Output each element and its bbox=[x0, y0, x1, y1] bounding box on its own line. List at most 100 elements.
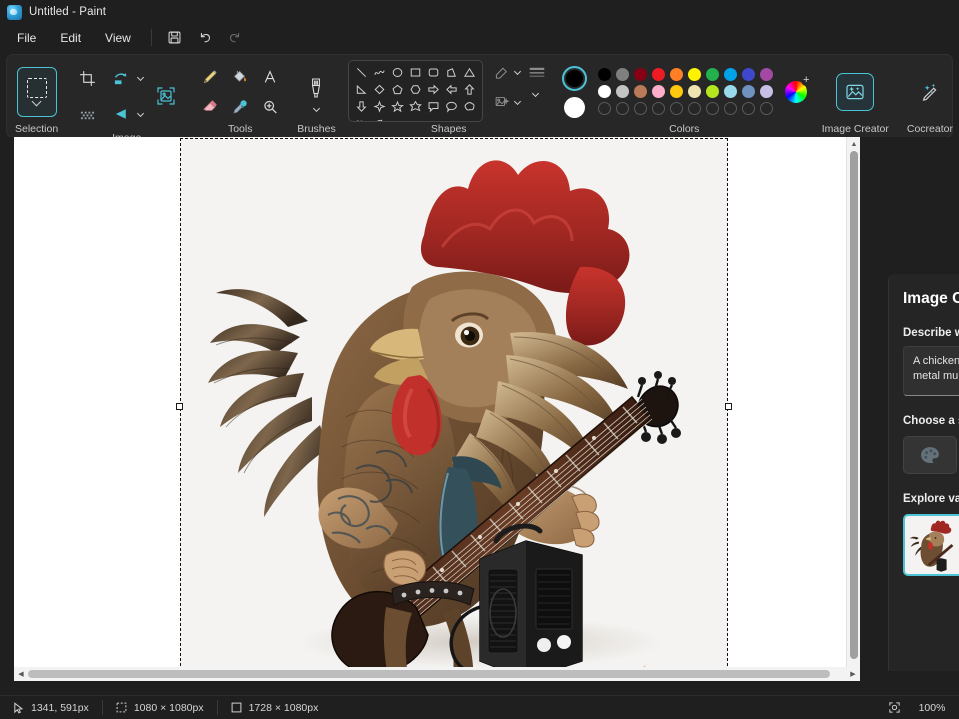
chevron-down-icon[interactable] bbox=[513, 67, 521, 75]
shape-oval[interactable] bbox=[389, 64, 406, 80]
cocreator-button[interactable] bbox=[911, 73, 949, 111]
vertical-scroll-thumb[interactable] bbox=[850, 151, 858, 659]
scroll-right-arrow[interactable]: ▶ bbox=[846, 667, 860, 681]
shape-six-point-star[interactable] bbox=[407, 98, 424, 114]
color-swatch-r1-c0[interactable] bbox=[596, 66, 614, 83]
shape-curve[interactable] bbox=[371, 64, 388, 80]
color-swatch-r3-c5[interactable] bbox=[686, 100, 704, 117]
zoom-level-value[interactable]: 100% bbox=[913, 702, 951, 714]
color-swatch-r2-c3[interactable] bbox=[650, 83, 668, 100]
shape-diamond[interactable] bbox=[371, 81, 388, 97]
redo-icon[interactable] bbox=[221, 26, 249, 50]
color-swatch-r3-c9[interactable] bbox=[758, 100, 776, 117]
outline-icon[interactable] bbox=[491, 60, 515, 84]
color-swatch-r1-c2[interactable] bbox=[632, 66, 650, 83]
chevron-down-icon[interactable] bbox=[531, 89, 539, 98]
primary-color-swatch[interactable] bbox=[561, 65, 587, 91]
color-wheel-icon[interactable] bbox=[784, 74, 812, 103]
chevron-down-icon[interactable] bbox=[31, 96, 42, 107]
eyedropper-icon[interactable] bbox=[225, 92, 255, 122]
scroll-up-arrow[interactable]: ▲ bbox=[847, 137, 860, 151]
rotate-icon[interactable] bbox=[104, 61, 138, 95]
color-swatch-r2-c4[interactable] bbox=[668, 83, 686, 100]
eraser-icon[interactable] bbox=[195, 92, 225, 122]
color-swatch-r3-c1[interactable] bbox=[614, 100, 632, 117]
color-swatch-r3-c4[interactable] bbox=[668, 100, 686, 117]
shape-rectangle[interactable] bbox=[407, 64, 424, 80]
color-swatch-r2-c9[interactable] bbox=[758, 83, 776, 100]
color-swatch-r2-c8[interactable] bbox=[740, 83, 758, 100]
shape-five-point-star[interactable] bbox=[389, 98, 406, 114]
prompt-input[interactable]: A chicken metal mu bbox=[903, 346, 959, 396]
menu-file[interactable]: File bbox=[6, 28, 47, 48]
fit-to-window-button[interactable] bbox=[880, 700, 909, 716]
color-swatch-r1-c7[interactable] bbox=[722, 66, 740, 83]
shape-speech-cloud[interactable] bbox=[461, 98, 478, 114]
menu-edit[interactable]: Edit bbox=[49, 28, 92, 48]
image-creator-button[interactable] bbox=[836, 72, 875, 111]
chevron-down-icon[interactable] bbox=[137, 109, 145, 117]
color-palette[interactable] bbox=[596, 66, 776, 117]
variation-thumbnail[interactable] bbox=[903, 514, 959, 576]
shape-triangle-right-angle[interactable] bbox=[353, 81, 370, 97]
shape-speech-rectangle[interactable] bbox=[425, 98, 442, 114]
canvas-horizontal-scrollbar[interactable]: ◀ ▶ bbox=[14, 667, 860, 681]
shape-triangle[interactable] bbox=[461, 64, 478, 80]
pencil-icon[interactable] bbox=[195, 62, 225, 92]
menu-view[interactable]: View bbox=[94, 28, 142, 48]
chevron-down-icon[interactable] bbox=[513, 97, 521, 105]
color-swatch-r1-c3[interactable] bbox=[650, 66, 668, 83]
color-swatch-r2-c6[interactable] bbox=[704, 83, 722, 100]
shape-arrow-left[interactable] bbox=[443, 81, 460, 97]
horizontal-scroll-thumb[interactable] bbox=[28, 670, 830, 678]
color-swatch-r3-c7[interactable] bbox=[722, 100, 740, 117]
shape-line[interactable] bbox=[353, 64, 370, 80]
chevron-down-icon[interactable] bbox=[312, 104, 321, 113]
color-swatch-r1-c9[interactable] bbox=[758, 66, 776, 83]
brush-icon[interactable] bbox=[299, 72, 333, 106]
color-swatch-r3-c2[interactable] bbox=[632, 100, 650, 117]
secondary-color-swatch[interactable] bbox=[563, 96, 585, 118]
shape-right-triangle[interactable] bbox=[443, 64, 460, 80]
color-swatch-r1-c4[interactable] bbox=[668, 66, 686, 83]
shape-arrow-down[interactable] bbox=[353, 98, 370, 114]
shape-four-point-star[interactable] bbox=[371, 98, 388, 114]
scroll-left-arrow[interactable]: ◀ bbox=[14, 667, 28, 681]
fit-to-screen-icon[interactable] bbox=[149, 79, 183, 113]
shape-hexagon[interactable] bbox=[407, 81, 424, 97]
shape-pentagon[interactable] bbox=[389, 81, 406, 97]
fill-icon[interactable] bbox=[491, 90, 515, 114]
chevron-down-icon[interactable] bbox=[137, 73, 145, 81]
shape-arrow-right[interactable] bbox=[425, 81, 442, 97]
shape-arrow-up[interactable] bbox=[461, 81, 478, 97]
flip-icon[interactable] bbox=[104, 97, 138, 131]
color-swatch-r2-c1[interactable] bbox=[614, 83, 632, 100]
shape-speech-oval[interactable] bbox=[443, 98, 460, 114]
shape-wave[interactable] bbox=[353, 115, 370, 121]
color-swatch-r3-c8[interactable] bbox=[740, 100, 758, 117]
color-swatch-r1-c8[interactable] bbox=[740, 66, 758, 83]
save-icon[interactable] bbox=[161, 26, 189, 50]
color-swatch-r3-c3[interactable] bbox=[650, 100, 668, 117]
color-swatch-r3-c6[interactable] bbox=[704, 100, 722, 117]
color-swatch-r3-c0[interactable] bbox=[596, 100, 614, 117]
canvas[interactable]: ▲ ▼ bbox=[14, 137, 860, 678]
color-swatch-r1-c6[interactable] bbox=[704, 66, 722, 83]
resize-icon[interactable] bbox=[70, 97, 104, 131]
undo-icon[interactable] bbox=[191, 26, 219, 50]
color-swatch-r1-c5[interactable] bbox=[686, 66, 704, 83]
color-swatch-r2-c5[interactable] bbox=[686, 83, 704, 100]
style-swatch-icon[interactable] bbox=[903, 436, 957, 474]
color-swatch-r2-c7[interactable] bbox=[722, 83, 740, 100]
magnifier-icon[interactable] bbox=[255, 92, 285, 122]
shape-arc[interactable] bbox=[371, 115, 388, 121]
canvas-vertical-scrollbar[interactable]: ▲ ▼ bbox=[846, 137, 860, 678]
color-swatch-r2-c0[interactable] bbox=[596, 83, 614, 100]
size-icon[interactable] bbox=[524, 60, 550, 84]
shape-rounded-rectangle[interactable] bbox=[425, 64, 442, 80]
fill-bucket-icon[interactable] bbox=[225, 62, 255, 92]
color-swatch-r1-c1[interactable] bbox=[614, 66, 632, 83]
selection-tool-button[interactable] bbox=[16, 66, 57, 117]
text-icon[interactable] bbox=[255, 62, 285, 92]
color-swatch-r2-c2[interactable] bbox=[632, 83, 650, 100]
